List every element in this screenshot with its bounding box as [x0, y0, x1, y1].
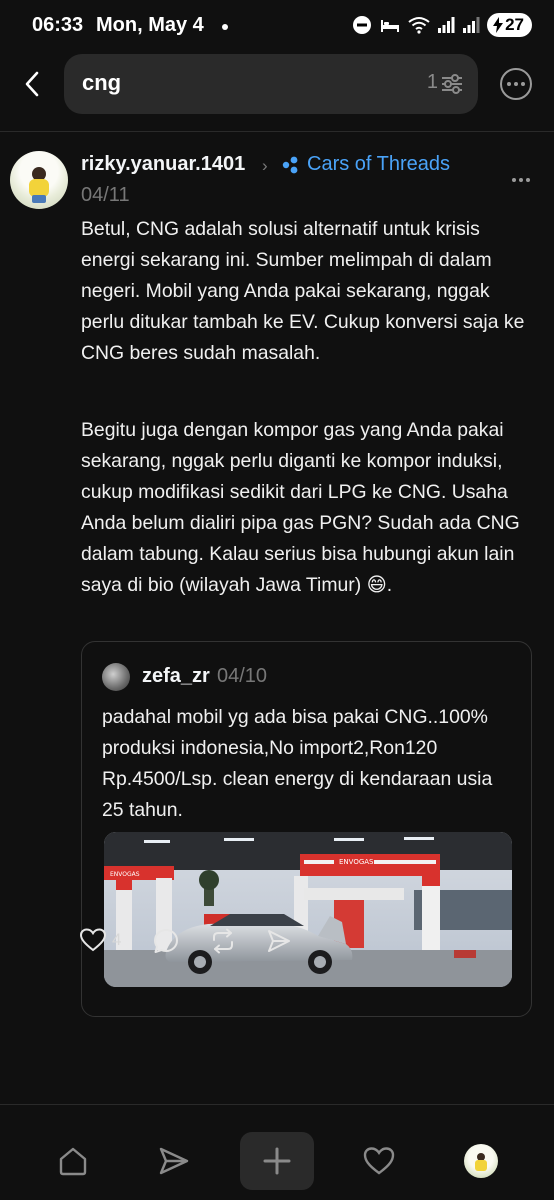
- bed-icon: [381, 20, 400, 32]
- status-icons: 27: [352, 13, 532, 37]
- repost-icon: [213, 928, 233, 954]
- sliders-icon[interactable]: [440, 72, 464, 96]
- post-actions: 4: [0, 922, 554, 962]
- dnd-icon: [353, 16, 372, 34]
- quoted-author-avatar[interactable]: [102, 663, 130, 691]
- send-icon: [268, 930, 290, 952]
- dot-icon: [507, 82, 511, 86]
- bottom-navigation: [0, 1132, 554, 1200]
- search-query: cng: [82, 70, 122, 95]
- dot-icon: [519, 178, 523, 182]
- reply-button[interactable]: [153, 928, 179, 954]
- nav-divider: [0, 1104, 554, 1105]
- sign-label-left: ENVOGAS: [110, 871, 140, 878]
- post-text-paragraph-2: Begitu juga dengan kompor gas yang Anda …: [81, 419, 520, 596]
- battery-level: 27: [505, 15, 524, 34]
- status-date: Mon, May 4: [96, 14, 204, 36]
- dot-icon: [521, 82, 525, 86]
- notification-dot-icon: [222, 24, 228, 30]
- avatar-body: [475, 1160, 487, 1171]
- repost-button[interactable]: [210, 928, 236, 954]
- like-count: 4: [112, 930, 122, 949]
- home-icon: [59, 1147, 87, 1176]
- nav-profile[interactable]: [451, 1132, 511, 1190]
- gas-station-photo: ENVOGAS ENVOGAS: [104, 832, 512, 987]
- sign-label-right: ENVOGAS: [339, 858, 374, 866]
- author-avatar[interactable]: [10, 151, 68, 209]
- back-button[interactable]: [14, 64, 50, 104]
- nav-home[interactable]: [43, 1132, 103, 1190]
- profile-avatar: [464, 1144, 498, 1178]
- plus-icon: [263, 1147, 291, 1175]
- search-header: cng 1: [0, 54, 554, 116]
- quoted-author-username[interactable]: zefa_zr: [142, 665, 210, 688]
- header-divider: [0, 131, 554, 132]
- status-time: 06:33: [32, 14, 84, 36]
- heart-icon: [363, 1147, 395, 1175]
- post-date: 04/11: [81, 184, 130, 206]
- chevron-left-icon: [25, 71, 39, 97]
- signal-1-icon: [438, 17, 455, 33]
- filter-count: 1: [426, 71, 438, 93]
- nav-new-thread[interactable]: [240, 1132, 314, 1190]
- battery-indicator: 27: [487, 13, 532, 37]
- community-link[interactable]: Cars of Threads: [307, 153, 450, 176]
- quoted-post-image[interactable]: ENVOGAS ENVOGAS: [104, 832, 512, 987]
- quoted-post-text: padahal mobil yg ada bisa pakai CNG..100…: [102, 706, 493, 821]
- like-button[interactable]: 4: [80, 928, 121, 952]
- nav-activity[interactable]: [349, 1132, 409, 1190]
- search-input[interactable]: cng 1: [64, 54, 478, 114]
- quoted-post-date: 04/10: [217, 665, 268, 687]
- dot-icon: [526, 178, 530, 182]
- chevron-right-icon: ›: [262, 156, 268, 175]
- more-options-button[interactable]: [500, 68, 532, 100]
- nav-messages[interactable]: [144, 1132, 204, 1190]
- status-bar: 06:33 Mon, May 4 27: [0, 0, 554, 52]
- heart-icon: [80, 928, 106, 952]
- post-more-button[interactable]: [512, 178, 530, 182]
- comment-icon: [154, 929, 178, 953]
- dot-icon: [512, 178, 516, 182]
- signal-2-icon: [463, 17, 480, 33]
- author-username[interactable]: rizky.yanuar.1401: [81, 153, 245, 176]
- send-icon: [159, 1147, 189, 1175]
- charging-icon: [493, 17, 504, 33]
- community-icon: [282, 156, 298, 174]
- post-text-paragraph-1: Betul, CNG adalah solusi alternatif untu…: [81, 218, 525, 364]
- dot-icon: [514, 82, 518, 86]
- avatar-legs: [32, 195, 46, 203]
- wifi-icon: [408, 17, 430, 34]
- share-button[interactable]: [266, 928, 292, 954]
